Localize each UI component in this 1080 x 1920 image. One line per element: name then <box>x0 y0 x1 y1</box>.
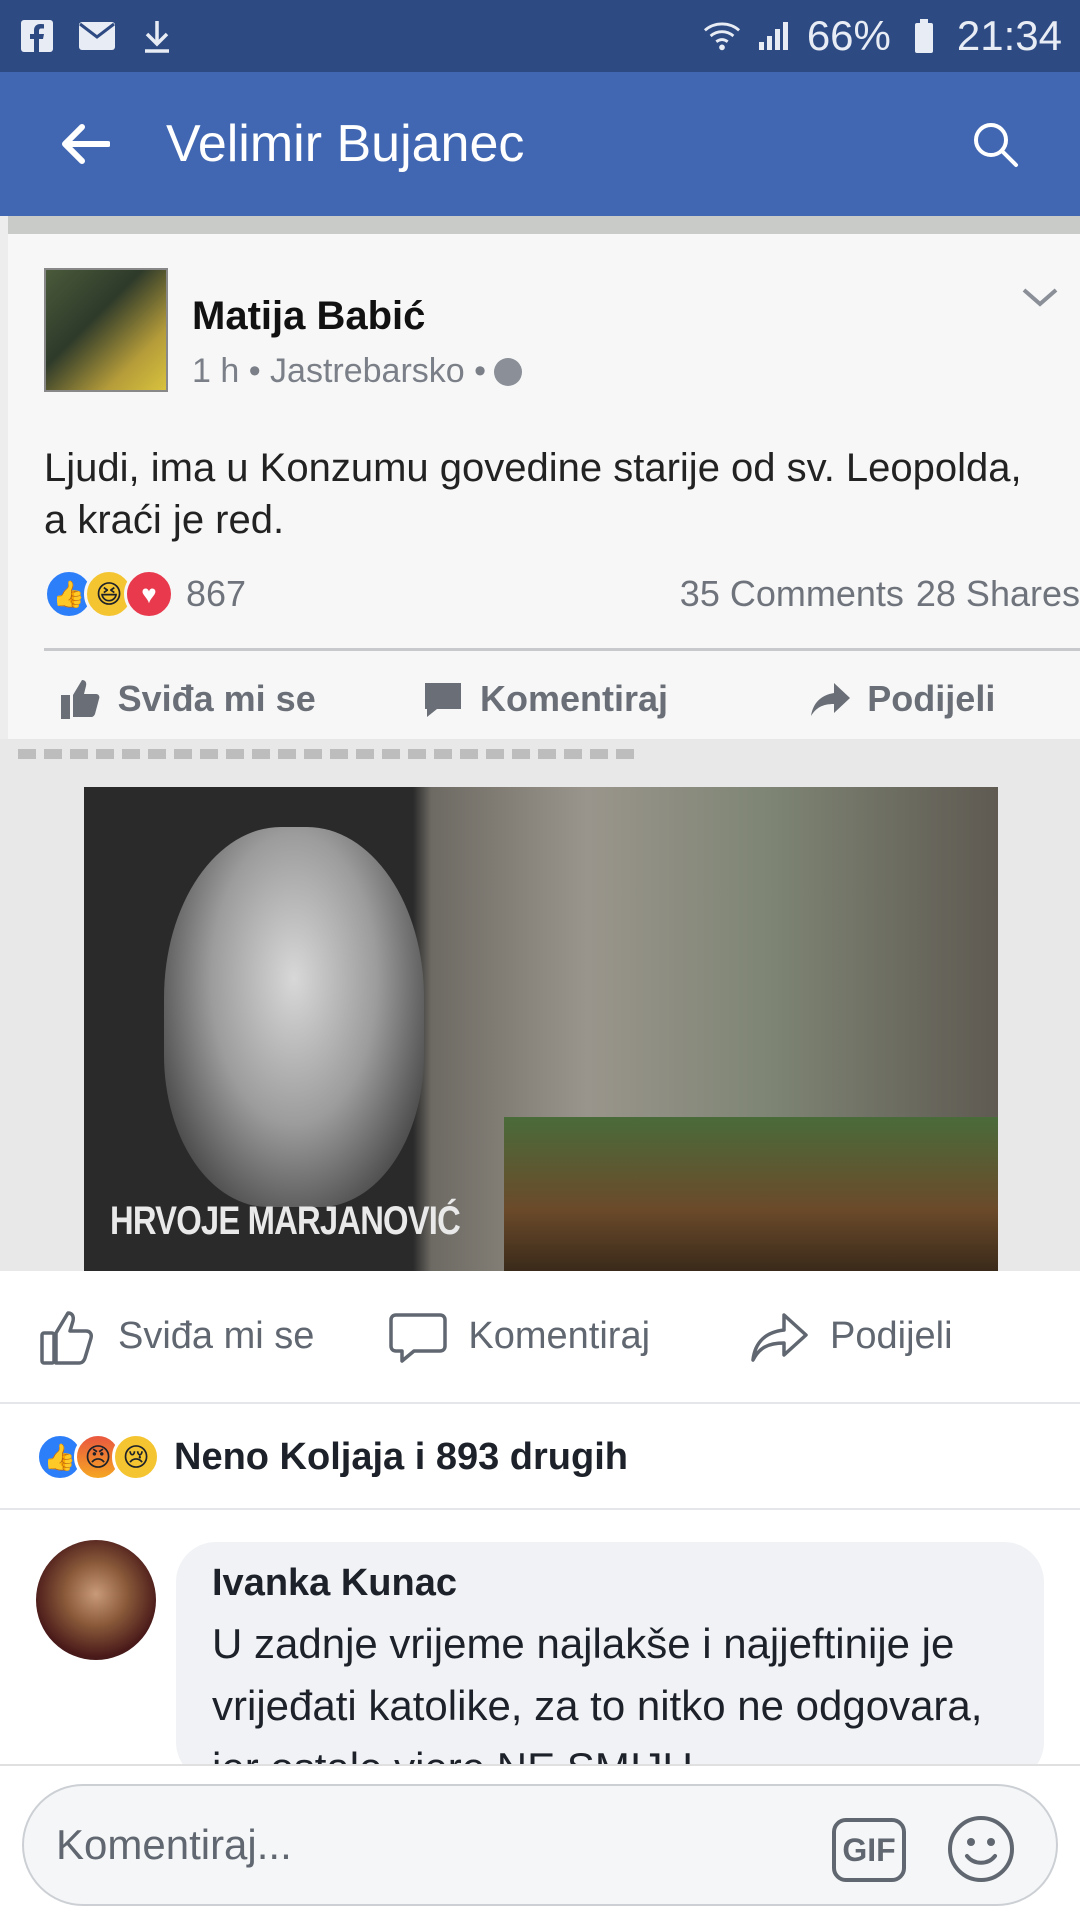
divider <box>8 216 1080 234</box>
photo-area: HRVOJE MARJANOVIĆ <box>0 739 1080 1271</box>
comment-input-placeholder: Komentiraj... <box>56 1821 292 1868</box>
comment-composer: Komentiraj... GIF <box>0 1764 1080 1920</box>
shared-post-actions: Sviđa mi se Komentiraj Podijeli <box>8 664 1080 734</box>
shared-like-action: Sviđa mi se <box>8 676 365 722</box>
status-bar: 66% 21:34 <box>0 0 1080 72</box>
gif-button[interactable]: GIF <box>832 1818 906 1882</box>
chevron-down-icon <box>1022 288 1058 307</box>
share-button[interactable]: Podijeli <box>748 1305 953 1369</box>
mail-icon <box>78 17 116 55</box>
photo-caption: HRVOJE MARJANOVIĆ <box>110 1199 461 1243</box>
shared-like-label: Sviđa mi se <box>117 678 316 719</box>
shared-post-card: Matija Babić 1 h • Jastrebarsko • Ljudi,… <box>8 234 1080 739</box>
signal-icon <box>755 17 793 55</box>
shared-share-label: Podijeli <box>867 678 996 719</box>
back-button[interactable] <box>40 99 130 189</box>
love-reaction-icon: ♥ <box>124 569 174 619</box>
sad-reaction-icon: 😢 <box>112 1433 160 1481</box>
avatar <box>44 268 168 392</box>
comment-bubble-icon <box>386 1305 450 1369</box>
share-button-label: Podijeli <box>830 1315 953 1357</box>
comment-button-label: Komentiraj <box>468 1315 651 1357</box>
shared-post-text: Ljudi, ima u Konzumu govedine starije od… <box>44 446 1022 542</box>
search-button[interactable] <box>950 99 1040 189</box>
shared-reaction-count: 867 <box>186 573 247 614</box>
commenter-avatar[interactable] <box>36 1540 156 1660</box>
app-bar: Velimir Bujanec <box>0 72 1080 216</box>
shared-share-action: Podijeli <box>723 676 1080 722</box>
like-button-label: Sviđa mi se <box>118 1315 315 1357</box>
shared-post-reactions: 👍 😆 ♥ 867 35 Comments 28 Shares <box>44 564 1080 624</box>
like-button[interactable]: Sviđa mi se <box>36 1305 314 1369</box>
comment-bubble[interactable]: Ivanka Kunac U zadnje vrijeme najlakše i… <box>176 1542 1044 1791</box>
comment-item: Ivanka Kunac U zadnje vrijeme najlakše i… <box>0 1510 1080 1791</box>
facebook-icon <box>18 17 56 55</box>
shared-post-author: Matija Babić <box>192 294 426 338</box>
facebook-post-screen: 66% 21:34 Velimir Bujanec Matija Babić 1… <box>0 0 1080 1920</box>
share-icon <box>807 676 853 722</box>
portrait <box>164 827 424 1207</box>
shared-comments-count: 35 Comments <box>679 573 904 614</box>
emoji-icon[interactable] <box>946 1814 1016 1884</box>
shared-post-meta-text: 1 h • Jastrebarsko • <box>192 352 487 390</box>
reaction-summary-text: Neno Koljaja i 893 drugih <box>174 1435 628 1478</box>
post-actions: Sviđa mi se Komentiraj Podijeli <box>0 1271 1080 1404</box>
comment-author[interactable]: Ivanka Kunac <box>212 1562 1008 1605</box>
search-icon <box>974 123 1018 167</box>
comment-input[interactable]: Komentiraj... GIF <box>22 1784 1058 1906</box>
photo-strip <box>18 749 638 759</box>
share-arrow-icon <box>748 1305 812 1369</box>
post-image[interactable]: Matija Babić 1 h • Jastrebarsko • Ljudi,… <box>0 216 1080 1271</box>
page-title: Velimir Bujanec <box>166 115 525 173</box>
comment-button[interactable]: Komentiraj <box>386 1305 650 1369</box>
shared-comment-label: Komentiraj <box>479 678 669 719</box>
reaction-summary[interactable]: 👍 😠 😢 Neno Koljaja i 893 drugih <box>0 1406 1080 1510</box>
battery-icon <box>905 17 943 55</box>
shared-comment-action: Komentiraj <box>365 676 722 722</box>
battery-percent: 66% <box>806 12 891 59</box>
status-bar-right: 66% 21:34 <box>703 12 1062 60</box>
shared-post-meta: 1 h • Jastrebarsko • <box>192 352 523 391</box>
divider <box>44 648 1080 651</box>
thumbs-up-icon <box>36 1305 100 1369</box>
flowers <box>504 1117 998 1271</box>
globe-icon <box>494 357 523 386</box>
shared-shares-count: 28 Shares <box>915 573 1080 614</box>
comment-icon <box>420 676 466 722</box>
wifi-icon <box>703 17 741 55</box>
status-bar-left <box>18 17 176 55</box>
photo: HRVOJE MARJANOVIĆ <box>84 787 998 1271</box>
back-arrow-icon <box>62 124 110 164</box>
download-icon <box>138 17 176 55</box>
clock: 21:34 <box>956 12 1062 59</box>
thumbs-up-icon <box>58 676 104 722</box>
